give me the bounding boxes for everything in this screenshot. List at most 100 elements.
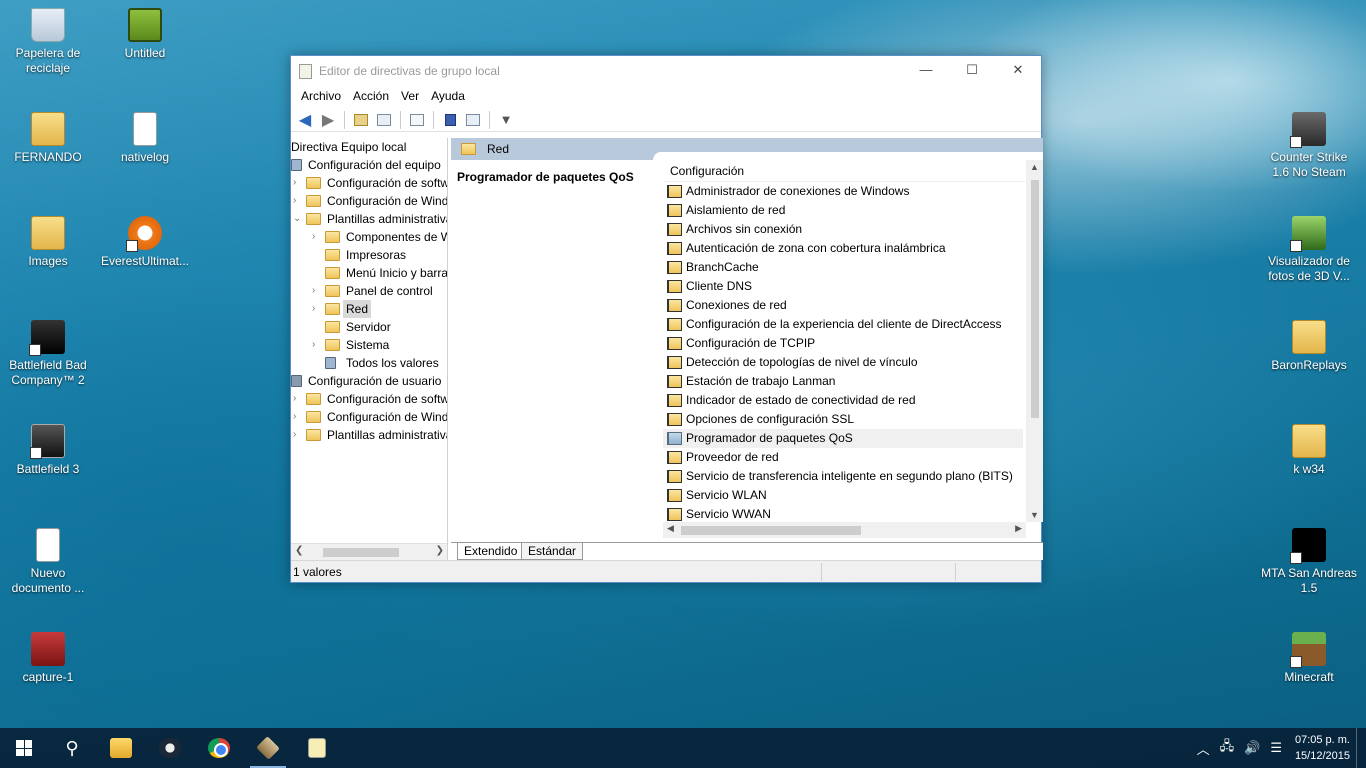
tree-item[interactable]: Directiva Equipo local (291, 138, 447, 156)
list-item[interactable]: Administrador de conexiones de Windows (663, 182, 1023, 201)
title-bar[interactable]: Editor de directivas de grupo local — ☐ … (291, 56, 1041, 86)
list-vertical-scrollbar[interactable]: ▲ ▼ (1026, 160, 1043, 522)
desktop-icon-images[interactable]: Images (0, 216, 96, 269)
show-desktop-button[interactable] (1356, 728, 1366, 768)
list-item[interactable]: Indicador de estado de conectividad de r… (663, 391, 1023, 410)
chevron-right-icon[interactable]: › (293, 174, 303, 192)
scroll-left-icon[interactable]: ◀ (667, 523, 674, 534)
list-item[interactable]: Configuración de la experiencia del clie… (663, 315, 1023, 334)
desktop-icon-everest[interactable]: EverestUltimat... (97, 216, 193, 269)
tree-item[interactable]: ⌄ Plantillas administrativas (291, 210, 447, 228)
list-item[interactable]: BranchCache (663, 258, 1023, 277)
scroll-left-icon[interactable]: ❮ (295, 545, 303, 556)
list-item[interactable]: Estación de trabajo Lanman (663, 372, 1023, 391)
tab-estandar[interactable]: Estándar (521, 543, 584, 560)
export-list-icon[interactable] (407, 110, 427, 130)
list-item[interactable]: Servicio WLAN (663, 486, 1023, 505)
tree-item[interactable]: › Configuración de Windows (291, 408, 447, 426)
scroll-right-icon[interactable]: ❯ (436, 545, 444, 556)
close-button[interactable]: ✕ (995, 56, 1041, 86)
menu-archivo[interactable]: Archivo (295, 86, 347, 108)
tree-item[interactable]: Todos los valores (291, 354, 447, 372)
network-icon[interactable]: 🖧 (1220, 737, 1235, 759)
chevron-right-icon[interactable]: › (312, 228, 322, 246)
list-item[interactable]: Programador de paquetes QoS (663, 429, 1023, 448)
chevron-down-icon[interactable]: ⌄ (293, 210, 303, 228)
chevron-right-icon[interactable]: › (312, 336, 322, 354)
scrollbar-thumb[interactable] (1031, 180, 1039, 418)
taskbar-chrome[interactable] (195, 728, 243, 768)
scroll-up-icon[interactable]: ▲ (1026, 162, 1043, 172)
properties-icon[interactable] (463, 110, 483, 130)
list-item[interactable]: Proveedor de red (663, 448, 1023, 467)
minimize-button[interactable]: — (903, 56, 949, 86)
start-button[interactable] (0, 728, 48, 768)
desktop-icon-new-document[interactable]: Nuevo documento ... (0, 528, 96, 596)
clock[interactable]: 07:05 p. m. 15/12/2015 (1295, 732, 1350, 764)
tree-horizontal-scrollbar[interactable]: ❮ ❯ (291, 543, 447, 560)
tree-item[interactable]: › Panel de control (291, 282, 447, 300)
desktop-icon-minecraft[interactable]: Minecraft (1261, 632, 1357, 685)
tab-extendido[interactable]: Extendido (457, 543, 525, 560)
tree-item[interactable]: Menú Inicio y barra de tareas (291, 264, 447, 282)
column-header-configuracion[interactable]: Configuración (663, 160, 1043, 182)
scroll-down-icon[interactable]: ▼ (1026, 510, 1043, 520)
list-item[interactable]: Archivos sin conexión (663, 220, 1023, 239)
chevron-right-icon[interactable]: › (293, 426, 303, 444)
tree-item[interactable]: › Configuración de software (291, 390, 447, 408)
tree-item[interactable]: Servidor (291, 318, 447, 336)
tree-item[interactable]: › Red (291, 300, 447, 318)
back-arrow-icon[interactable]: ◀ (295, 110, 315, 130)
chevron-right-icon[interactable]: › (293, 390, 303, 408)
scroll-right-icon[interactable]: ▶ (1015, 523, 1022, 534)
list-item[interactable]: Conexiones de red (663, 296, 1023, 315)
scrollbar-thumb[interactable] (681, 526, 861, 535)
list-item[interactable]: Configuración de TCPIP (663, 334, 1023, 353)
tree-item[interactable]: › Componentes de Windows (291, 228, 447, 246)
desktop-icon-baronreplays[interactable]: BaronReplays (1261, 320, 1357, 373)
show-hidden-icons-icon[interactable]: ︿ (1197, 739, 1210, 758)
menu-ayuda[interactable]: Ayuda (425, 86, 471, 108)
desktop-icon-untitled[interactable]: Untitled (97, 8, 193, 61)
chevron-right-icon[interactable]: › (293, 408, 303, 426)
taskbar-file-explorer[interactable] (97, 728, 145, 768)
desktop-icon-nativelog[interactable]: nativelog (97, 112, 193, 165)
list-item[interactable]: Servicio de transferencia inteligente en… (663, 467, 1023, 486)
desktop-icon-recycle-bin[interactable]: Papelera de reciclaje (0, 8, 96, 76)
list-item[interactable]: Opciones de configuración SSL (663, 410, 1023, 429)
list-item[interactable]: Autenticación de zona con cobertura inal… (663, 239, 1023, 258)
up-folder-icon[interactable] (351, 110, 371, 130)
maximize-button[interactable]: ☐ (949, 56, 995, 86)
scrollbar-thumb[interactable] (323, 548, 399, 557)
search-button[interactable]: ⚲ (48, 728, 96, 768)
volume-icon[interactable]: 🔊 (1244, 740, 1260, 756)
taskbar-gpedit[interactable] (244, 728, 292, 768)
tree-item[interactable]: Configuración del equipo (291, 156, 447, 174)
chevron-right-icon[interactable]: › (293, 192, 303, 210)
list-item[interactable]: Detección de topologías de nivel de vínc… (663, 353, 1023, 372)
chevron-right-icon[interactable]: › (312, 300, 322, 318)
tree-item[interactable]: Configuración de usuario (291, 372, 447, 390)
desktop-icon-bf3[interactable]: Battlefield 3 (0, 424, 96, 477)
desktop-icon-counter-strike[interactable]: Counter Strike 1.6 No Steam (1261, 112, 1357, 180)
show-hide-tree-icon[interactable] (374, 110, 394, 130)
taskbar-steam[interactable] (146, 728, 194, 768)
desktop-icon-mta[interactable]: MTA San Andreas 1.5 (1261, 528, 1357, 596)
tree-item[interactable]: › Configuración de Windows (291, 192, 447, 210)
taskbar-notepad[interactable] (293, 728, 341, 768)
desktop-icon-kw34[interactable]: k w34 (1261, 424, 1357, 477)
tree-item[interactable]: › Plantillas administrativas (291, 426, 447, 444)
list-item[interactable]: Servicio WWAN (663, 505, 1023, 522)
chevron-right-icon[interactable]: › (312, 282, 322, 300)
desktop-icon-photo-viewer[interactable]: Visualizador de fotos de 3D V... (1261, 216, 1357, 284)
filter-icon[interactable]: ▼ (496, 110, 516, 130)
tree-item[interactable]: Impresoras (291, 246, 447, 264)
desktop-icon-capture[interactable]: capture-1 (0, 632, 96, 685)
forward-arrow-icon[interactable]: ▶ (318, 110, 338, 130)
menu-accion[interactable]: Acción (347, 86, 395, 108)
help-icon[interactable] (440, 110, 460, 130)
tree-item[interactable]: › Configuración de software (291, 174, 447, 192)
list-item[interactable]: Cliente DNS (663, 277, 1023, 296)
list-horizontal-scrollbar[interactable]: ◀ ▶ (663, 522, 1026, 538)
desktop-icon-bfbc2[interactable]: Battlefield Bad Company™ 2 (0, 320, 96, 388)
